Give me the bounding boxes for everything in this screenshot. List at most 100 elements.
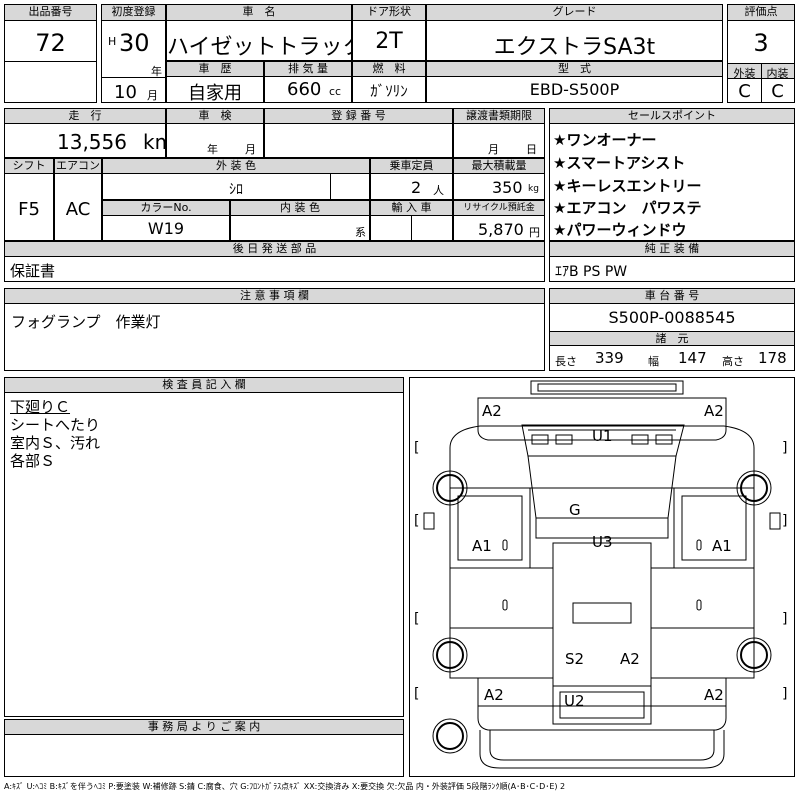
sales-point-item: ★ワンオーナー bbox=[553, 131, 657, 149]
sales-point-item: ★キーレスエントリー bbox=[553, 177, 702, 195]
max-load-unit: kg bbox=[528, 184, 539, 194]
mirror-bracket: [ bbox=[414, 611, 419, 627]
car-name-value: ハイゼットトラック bbox=[167, 35, 365, 60]
shift-label: シフト bbox=[5, 159, 53, 174]
damage-mark: U2 bbox=[564, 692, 585, 710]
first-reg-month: 10 bbox=[114, 82, 137, 103]
max-load-value: 350 bbox=[492, 178, 523, 197]
color-no-label: カラーNo. bbox=[103, 201, 229, 216]
history-label: 車 歴 bbox=[167, 62, 263, 77]
shift-value: F5 bbox=[18, 199, 40, 220]
dims-wid-value: 147 bbox=[678, 349, 707, 367]
first-reg-month-unit: 月 bbox=[147, 89, 158, 102]
color-no-cell: カラーNo. W19 bbox=[102, 200, 230, 241]
int-color-label: 内 装 色 bbox=[231, 201, 369, 216]
displacement-label: 排 気 量 bbox=[265, 62, 351, 77]
damage-mark: A2 bbox=[704, 402, 724, 420]
vehicle-diagram-panel: A2 A2 U1 G U3 A1 A1 S2 A2 U2 A2 A2 [] [] [] [] bbox=[409, 377, 795, 777]
history-cell: 車 歴 自家用 bbox=[166, 61, 264, 104]
shift-cell: シフト F5 bbox=[4, 158, 54, 241]
ext-color-label: 外 装 色 bbox=[103, 159, 369, 174]
capacity-value: 2 bbox=[411, 178, 422, 197]
import-label: 輸 入 車 bbox=[371, 201, 452, 216]
dims-hgt-label: 高さ bbox=[722, 355, 744, 368]
transfer-day-unit: 日 bbox=[526, 143, 537, 156]
int-color-cell: 内 装 色 系 bbox=[230, 200, 370, 241]
mirror-bracket: ] bbox=[782, 513, 787, 529]
max-load-cell: 最大積載量 350 kg bbox=[453, 158, 545, 200]
mirror-bracket: ] bbox=[782, 440, 787, 456]
fuel-label: 燃 料 bbox=[353, 62, 425, 77]
sales-point-item: ★エアコン パワステ bbox=[553, 199, 702, 217]
displacement-cell: 排 気 量 660 cc bbox=[264, 61, 352, 103]
later-parts-cell: 後 日 発 送 部 品 保証書 bbox=[4, 241, 545, 282]
model-label: 型 式 bbox=[427, 62, 722, 77]
sales-point-item: ★パワーウィンドウ bbox=[553, 221, 687, 239]
damage-mark: U1 bbox=[592, 427, 613, 445]
inspection-month-unit: 月 bbox=[245, 143, 256, 156]
mirror-bracket: [ bbox=[414, 440, 419, 456]
mileage-value: 13,556 bbox=[57, 130, 127, 154]
mirror-bracket: ] bbox=[782, 686, 787, 702]
office-label: 事 務 局 よ り ご 案 内 bbox=[5, 720, 403, 735]
fuel-value: ｶﾞｿﾘﾝ bbox=[370, 82, 408, 100]
chassis-no-cell: 車 台 番 号 S500P-0088545 諸 元 長さ 339 幅 147 高… bbox=[549, 288, 795, 371]
mileage-label: 走 行 bbox=[5, 109, 165, 124]
inspection-cell: 車 検 年 月 bbox=[166, 108, 264, 158]
int-grade-label: 内装 bbox=[766, 67, 789, 80]
inspection-label: 車 検 bbox=[167, 109, 263, 124]
aircon-value: AC bbox=[65, 199, 91, 220]
capacity-label: 乗車定員 bbox=[371, 159, 452, 174]
lot-no-cell: 出品番号 72 bbox=[4, 4, 97, 103]
aircon-cell: エアコン AC bbox=[54, 158, 102, 241]
sales-point-item: ★スマートアシスト bbox=[553, 154, 686, 172]
damage-mark: A2 bbox=[704, 686, 724, 704]
history-value: 自家用 bbox=[188, 83, 242, 104]
door-type-cell: ドア形状 2T bbox=[352, 4, 426, 61]
reg-no-cell: 登 録 番 号 bbox=[264, 108, 453, 158]
aircon-label: エアコン bbox=[55, 159, 101, 174]
ext-color-value: ｼﾛ bbox=[229, 182, 243, 198]
genuine-equip-label: 純 正 装 備 bbox=[550, 242, 794, 257]
later-parts-value: 保証書 bbox=[10, 262, 56, 280]
first-reg-year: 30 bbox=[119, 29, 150, 57]
reg-no-label: 登 録 番 号 bbox=[265, 109, 452, 124]
inspector-cell: 検 査 員 記 入 欄 下廻りＣ シートへたり 室内Ｓ、汚れ 各部Ｓ bbox=[4, 377, 404, 717]
notes-cell: 注 意 事 項 欄 フォグランプ 作業灯 bbox=[4, 288, 545, 371]
capacity-unit: 人 bbox=[433, 184, 444, 197]
damage-mark: A2 bbox=[620, 650, 640, 668]
ext-grade-label: 外装 bbox=[733, 67, 756, 80]
int-color-unit: 系 bbox=[355, 226, 366, 239]
ext-grade-value: C bbox=[738, 81, 751, 102]
first-reg-label: 初度登録 bbox=[102, 5, 165, 21]
grade-value: エクストラSA3t bbox=[493, 35, 656, 60]
damage-mark: S2 bbox=[565, 650, 584, 668]
recycle-label: リサイクル預託金 bbox=[454, 201, 544, 216]
inspection-year-unit: 年 bbox=[207, 143, 218, 156]
car-name-cell: 車 名 ハイゼットトラック bbox=[166, 4, 365, 61]
lot-no-value: 72 bbox=[35, 29, 66, 57]
grade-label: グレード bbox=[427, 5, 722, 21]
transfer-cell: 譲渡書類期限 月 日 bbox=[453, 108, 545, 158]
dims-wid-label: 幅 bbox=[648, 355, 659, 368]
damage-mark: A2 bbox=[482, 402, 502, 420]
recycle-value: 5,870 bbox=[478, 220, 524, 239]
dims-label: 諸 元 bbox=[550, 331, 794, 346]
damage-mark: A2 bbox=[484, 686, 504, 704]
office-cell: 事 務 局 よ り ご 案 内 bbox=[4, 719, 404, 777]
mirror-bracket: ] bbox=[782, 611, 787, 627]
genuine-equip-cell: 純 正 装 備 ｴｱB PS PW bbox=[549, 241, 795, 282]
grade-cell: グレード エクストラSA3t bbox=[426, 4, 723, 61]
sales-points-cell: セールスポイント ★ワンオーナー ★スマートアシスト ★キーレスエントリー ★エ… bbox=[549, 108, 795, 241]
first-reg-cell: 初度登録 H 30 年 10 月 bbox=[101, 4, 166, 103]
sales-points-label: セールスポイント bbox=[550, 109, 794, 124]
dims-len-label: 長さ bbox=[555, 355, 577, 368]
legend-text: A:ｷｽﾞ U:ﾍｺﾐ B:ｷｽﾞを伴うﾍｺﾐ P:要塗装 W:補修跡 S:錆 … bbox=[4, 782, 566, 791]
dims-hgt-value: 178 bbox=[758, 349, 787, 367]
door-type-value: 2T bbox=[375, 29, 403, 54]
damage-mark: A1 bbox=[712, 537, 732, 555]
model-cell: 型 式 EBD-S500P bbox=[426, 61, 723, 103]
recycle-cell: リサイクル預託金 5,870 円 bbox=[453, 200, 545, 241]
score-value: 3 bbox=[753, 29, 769, 57]
lot-no-label: 出品番号 bbox=[5, 5, 96, 21]
